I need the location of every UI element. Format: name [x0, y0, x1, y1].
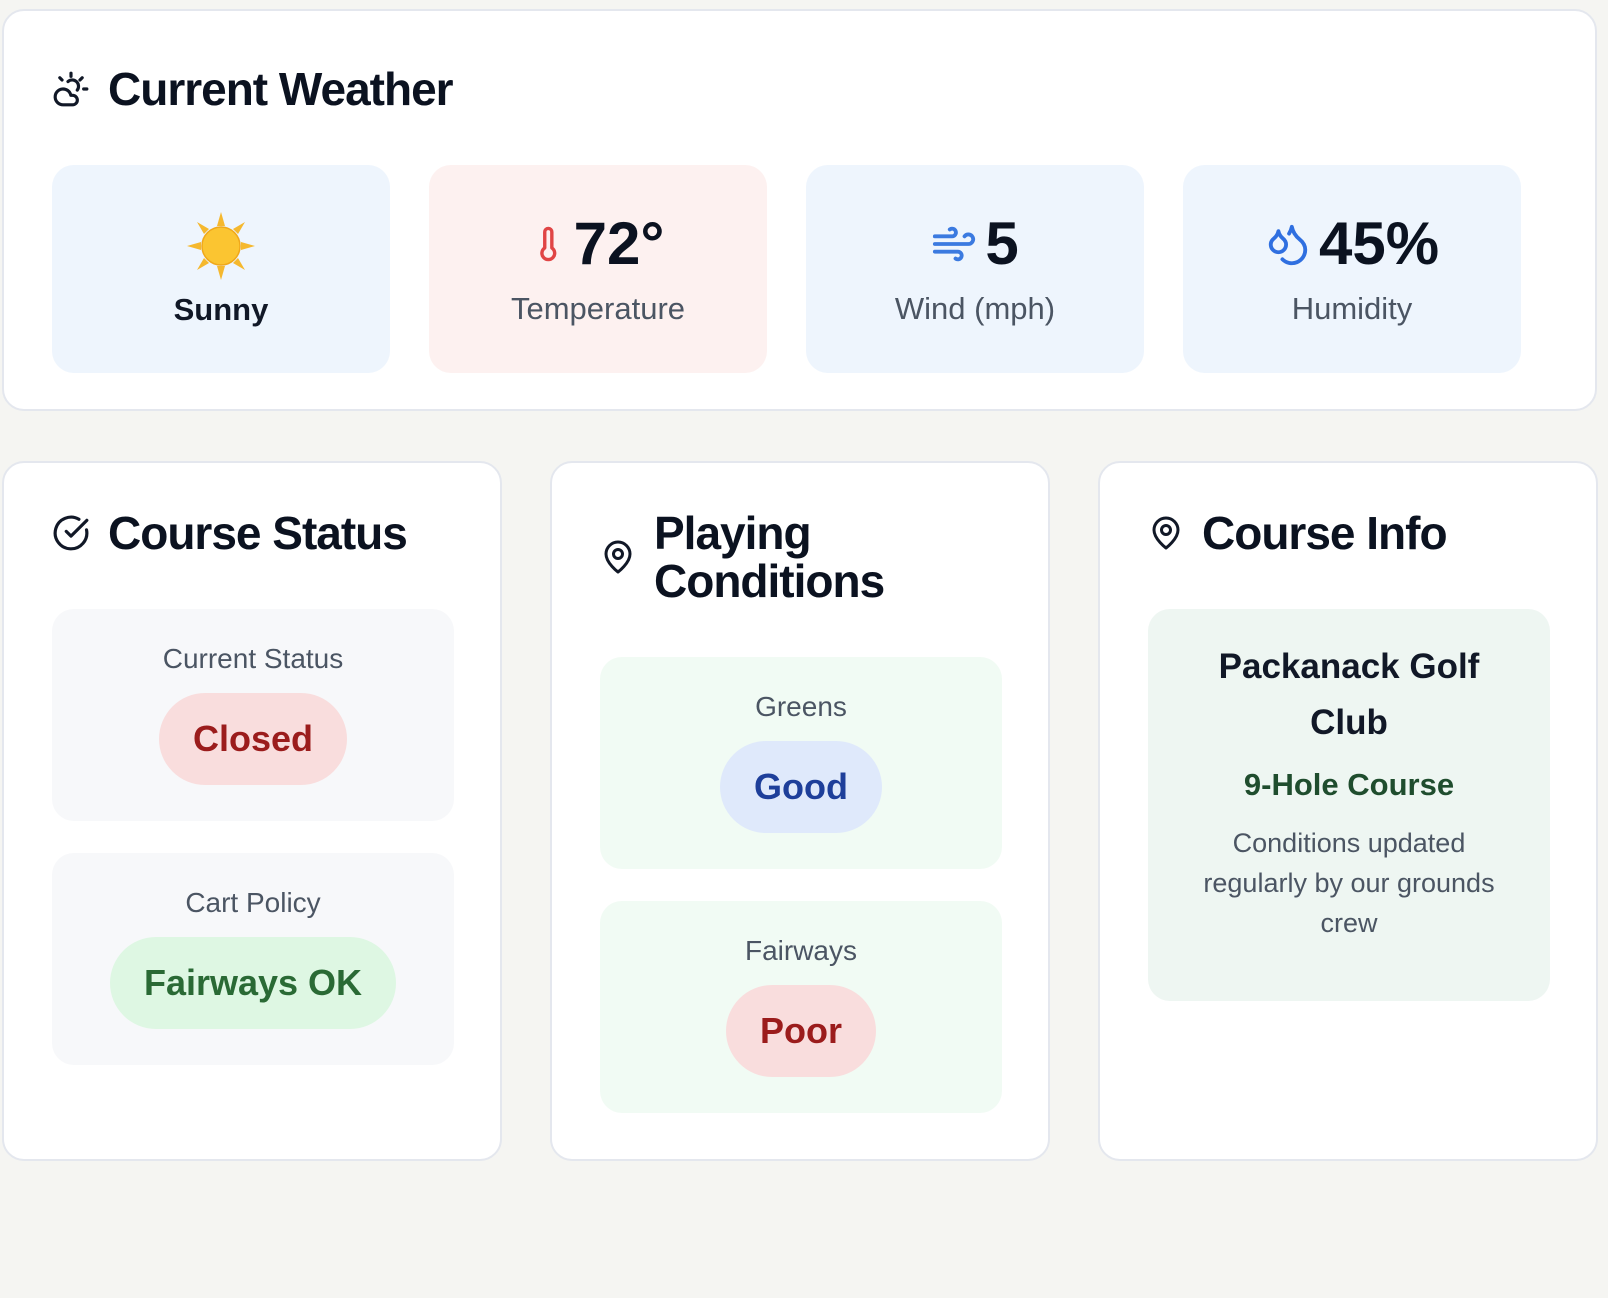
current-status-label: Current Status [162, 643, 344, 674]
temperature-label: Temperature [510, 291, 686, 326]
humidity-value: 45% [1318, 210, 1440, 277]
course-status-card: Course Status Current Status Closed Cart… [2, 461, 502, 1161]
check-circle-icon [53, 515, 89, 551]
course-info-card: Course Info Packanack Golf Club 9-Hole C… [1098, 461, 1598, 1161]
playing-conditions-card: Playing Conditions Greens Good Fairways … [550, 461, 1050, 1161]
temperature-value: 72° [573, 210, 665, 277]
cart-policy-badge: Fairways OK [109, 937, 397, 1029]
thermometer-icon [539, 226, 556, 262]
wind-tile: 5 Wind (mph) [806, 165, 1144, 373]
humidity-label: Humidity [1291, 291, 1413, 326]
greens-badge: Good [720, 741, 882, 833]
course-info-box: Packanack Golf Club 9-Hole Course Condit… [1148, 609, 1550, 1001]
condition-tile: Sunny [52, 165, 390, 373]
wind-label: Wind (mph) [894, 291, 1056, 326]
conditions-note: Conditions updated regularly by our grou… [1203, 828, 1495, 938]
cart-policy-box: Cart Policy Fairways OK [52, 853, 454, 1065]
greens-box: Greens Good [600, 657, 1002, 869]
droplets-icon [1268, 224, 1308, 266]
cloud-sun-icon [53, 71, 89, 107]
wind-value: 5 [985, 210, 1019, 277]
playing-conditions-heading: Playing Conditions [600, 509, 914, 605]
course-type: 9-Hole Course [1243, 767, 1455, 802]
map-pin-icon [604, 540, 632, 574]
course-info-heading: Course Info [1148, 507, 1448, 559]
course-info-title: Course Info [1202, 507, 1448, 559]
fairways-box: Fairways Poor [600, 901, 1002, 1113]
course-status-heading: Course Status [52, 507, 408, 559]
fairways-label: Fairways [744, 935, 857, 966]
course-status-title: Course Status [108, 507, 408, 559]
sun-icon [187, 212, 255, 280]
temperature-tile: 72° Temperature [429, 165, 767, 373]
greens-label: Greens [755, 691, 847, 722]
current-weather-card: Current Weather Sunny 72° Temperature 5 … [2, 9, 1597, 411]
club-name: Packanack Golf Club [1218, 647, 1480, 742]
humidity-tile: 45% Humidity [1183, 165, 1521, 373]
current-weather-heading: Current Weather [52, 63, 454, 115]
condition-label: Sunny [173, 292, 269, 327]
cart-policy-label: Cart Policy [185, 887, 321, 918]
current-weather-title: Current Weather [108, 63, 454, 115]
playing-conditions-title: Playing Conditions [654, 507, 885, 607]
map-pin-icon [1152, 516, 1180, 550]
current-status-badge: Closed [158, 693, 348, 785]
fairways-badge: Poor [725, 985, 876, 1077]
current-status-box: Current Status Closed [52, 609, 454, 821]
wind-icon [933, 226, 976, 262]
